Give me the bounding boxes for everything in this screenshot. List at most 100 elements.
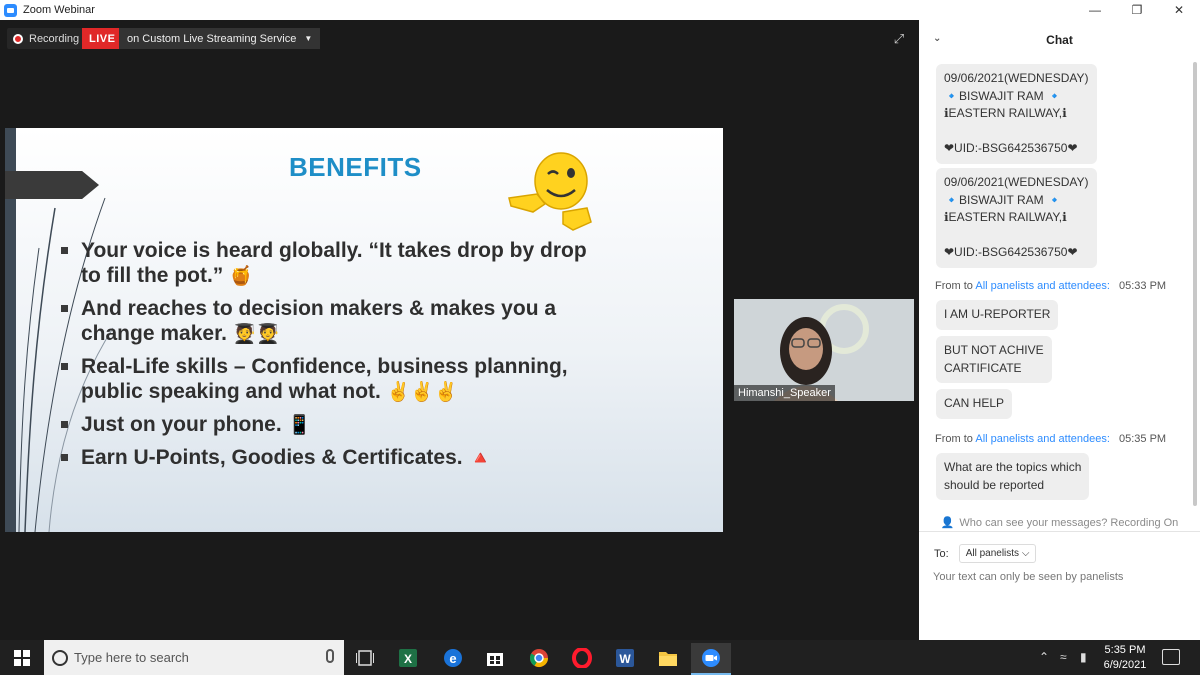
recipient-dropdown[interactable]: All panelists ⌵: [958, 544, 1037, 563]
file-explorer-icon[interactable]: [648, 643, 688, 673]
slide-bullet: And reaches to decision makers & makes y…: [59, 296, 699, 347]
bullet-line: And reaches to decision makers & makes y…: [81, 297, 557, 320]
recording-label: Recording: [29, 32, 80, 45]
close-icon[interactable]: ✕: [1158, 0, 1200, 20]
message-time: 05:35 PM: [1118, 433, 1167, 445]
chat-message-bubble: 09/06/2021(WEDNESDAY) 🔹BISWAJIT RAM 🔹 ℹE…: [936, 168, 1097, 268]
minimize-icon[interactable]: —: [1074, 0, 1116, 20]
who-can-see-notice[interactable]: 👤 Who can see your messages? Recording O…: [919, 514, 1200, 532]
video-area: Recording LIVE on Custom Live Streaming …: [0, 20, 919, 640]
audience-link[interactable]: All panelists and attendees:: [975, 280, 1110, 292]
notification-icon[interactable]: [1162, 649, 1180, 665]
chat-sender-line: From to All panelists and attendees: 05:…: [935, 280, 1166, 292]
message-line: 09/06/2021(WEDNESDAY): [944, 175, 1089, 189]
person-info-icon: 👤: [940, 517, 955, 529]
title-bar: Zoom Webinar — ❐ ✕: [0, 0, 1200, 20]
message-line: CARTIFICATE: [944, 360, 1022, 375]
chat-panel: ⌄ Chat 09/06/2021(WEDNESDAY) 🔹BISWAJIT R…: [919, 20, 1200, 640]
search-placeholder: Type here to search: [74, 650, 189, 665]
from-label: From: [935, 433, 961, 445]
opera-icon[interactable]: [562, 643, 602, 673]
audience-link[interactable]: All panelists and attendees:: [975, 433, 1110, 445]
search-icon: [52, 649, 68, 666]
graduate-emoji-icon: 🧑‍🎓🧑‍🎓: [232, 324, 281, 345]
chrome-icon[interactable]: [519, 643, 559, 673]
expand-icon[interactable]: ⤢: [892, 32, 906, 46]
chat-message-bubble: BUT NOT ACHIVE CARTIFICATE: [936, 336, 1052, 383]
windows-start-icon[interactable]: [0, 640, 44, 675]
edge-icon[interactable]: e: [433, 643, 473, 673]
bullet-square-icon: [61, 363, 68, 370]
task-view-icon[interactable]: [345, 643, 385, 673]
message-line: should be reported: [944, 477, 1045, 492]
slide-title: BENEFITS: [289, 152, 422, 182]
zoom-app-icon: [4, 3, 17, 17]
message-line: I AM U-REPORTER: [944, 307, 1051, 321]
message-line: CAN HELP: [944, 396, 1005, 410]
bullet-square-icon: [61, 247, 68, 254]
visibility-notice-text: Who can see your messages? Recording On: [959, 516, 1179, 529]
clock-date: 6/9/2021: [1103, 659, 1147, 671]
microphone-icon[interactable]: [326, 649, 334, 663]
to-label: to: [963, 433, 973, 445]
slide-bullet: Just on your phone. 📱: [59, 412, 699, 438]
taskbar-clock[interactable]: 5:35 PM 6/9/2021: [1100, 643, 1150, 673]
maximize-icon[interactable]: ❐: [1116, 0, 1158, 20]
slide-bullet: Earn U-Points, Goodies & Certificates. 🔺: [59, 445, 699, 471]
winking-pointing-emoji-icon: [508, 152, 592, 231]
recipient-value: All panelists: [965, 548, 1020, 559]
bullet-line: public speaking and what not.: [81, 380, 381, 403]
mobile-phone-emoji-icon: 📱: [287, 415, 312, 436]
message-line: ❤UID:-BSG642536750❤: [944, 245, 1078, 259]
bullet-square-icon: [61, 454, 68, 461]
message-line: [944, 123, 1089, 141]
svg-text:W: W: [619, 652, 631, 666]
store-icon[interactable]: [475, 643, 515, 673]
slide-bullet: Real-Life skills – Confidence, business …: [59, 354, 699, 405]
message-time: 05:33 PM: [1118, 280, 1167, 292]
slide-bullet-list: Your voice is heard globally. “It takes …: [59, 238, 699, 478]
live-badge: LIVE: [82, 28, 123, 49]
message-line: [944, 227, 1089, 245]
bullet-line: change maker.: [81, 322, 227, 345]
victory-hand-emoji-icon: ✌️✌️✌️: [386, 382, 458, 403]
bullet-line: Just on your phone.: [81, 413, 282, 436]
scrollbar-thumb[interactable]: [1193, 62, 1197, 506]
message-line: What are the topics which: [944, 460, 1082, 474]
chat-message-list[interactable]: 09/06/2021(WEDNESDAY) 🔹BISWAJIT RAM 🔹 ℹE…: [919, 60, 1191, 508]
window-controls: — ❐ ✕: [1074, 0, 1200, 20]
chat-compose-input[interactable]: Your text can only be seen by panelists: [933, 571, 1123, 583]
chat-message-bubble: I AM U-REPORTER: [936, 300, 1059, 330]
chevron-up-icon[interactable]: ⌃: [1039, 650, 1049, 664]
message-line: 09/06/2021(WEDNESDAY): [944, 71, 1089, 85]
message-line: BUT NOT ACHIVE: [944, 343, 1044, 357]
word-icon[interactable]: W: [605, 643, 645, 673]
live-stream-dropdown[interactable]: on Custom Live Streaming Service ▼: [119, 28, 321, 49]
svg-text:X: X: [404, 652, 412, 666]
bullet-line: Your voice is heard globally. “It takes …: [81, 239, 587, 262]
bullet-line: Real-Life skills – Confidence, business …: [81, 355, 568, 378]
recording-dot-icon: [13, 33, 23, 44]
bullet-line: to fill the pot.”: [81, 264, 224, 287]
speaker-video-tile[interactable]: Himanshi_Speaker: [734, 299, 914, 401]
excel-icon[interactable]: X: [388, 643, 428, 673]
from-label: From: [935, 280, 961, 292]
chat-message-bubble: 09/06/2021(WEDNESDAY) 🔹BISWAJIT RAM 🔹 ℹE…: [936, 64, 1097, 164]
recipient-row: To: All panelists ⌵: [934, 544, 1037, 563]
taskbar-search-box[interactable]: Type here to search: [44, 640, 344, 675]
chevron-down-icon[interactable]: ⌄: [933, 33, 941, 44]
stream-label: on Custom Live Streaming Service: [127, 32, 297, 45]
slide-bullet: Your voice is heard globally. “It takes …: [59, 238, 699, 289]
recording-indicator[interactable]: Recording: [7, 28, 86, 49]
chat-scrollbar[interactable]: [1192, 60, 1198, 508]
window-title: Zoom Webinar: [23, 4, 95, 16]
zoom-icon[interactable]: [691, 643, 731, 675]
wifi-icon[interactable]: ≈: [1060, 650, 1067, 664]
battery-icon[interactable]: ▮: [1080, 650, 1087, 664]
svg-text:e: e: [449, 651, 456, 666]
clock-time: 5:35 PM: [1104, 644, 1146, 656]
to-label: To:: [934, 547, 949, 560]
message-line: ℹEASTERN RAILWAY,ℹ: [944, 210, 1067, 224]
shared-slide: BENEFITS Your voice is heard globally. “…: [5, 128, 723, 532]
message-line: ℹEASTERN RAILWAY,ℹ: [944, 106, 1067, 120]
